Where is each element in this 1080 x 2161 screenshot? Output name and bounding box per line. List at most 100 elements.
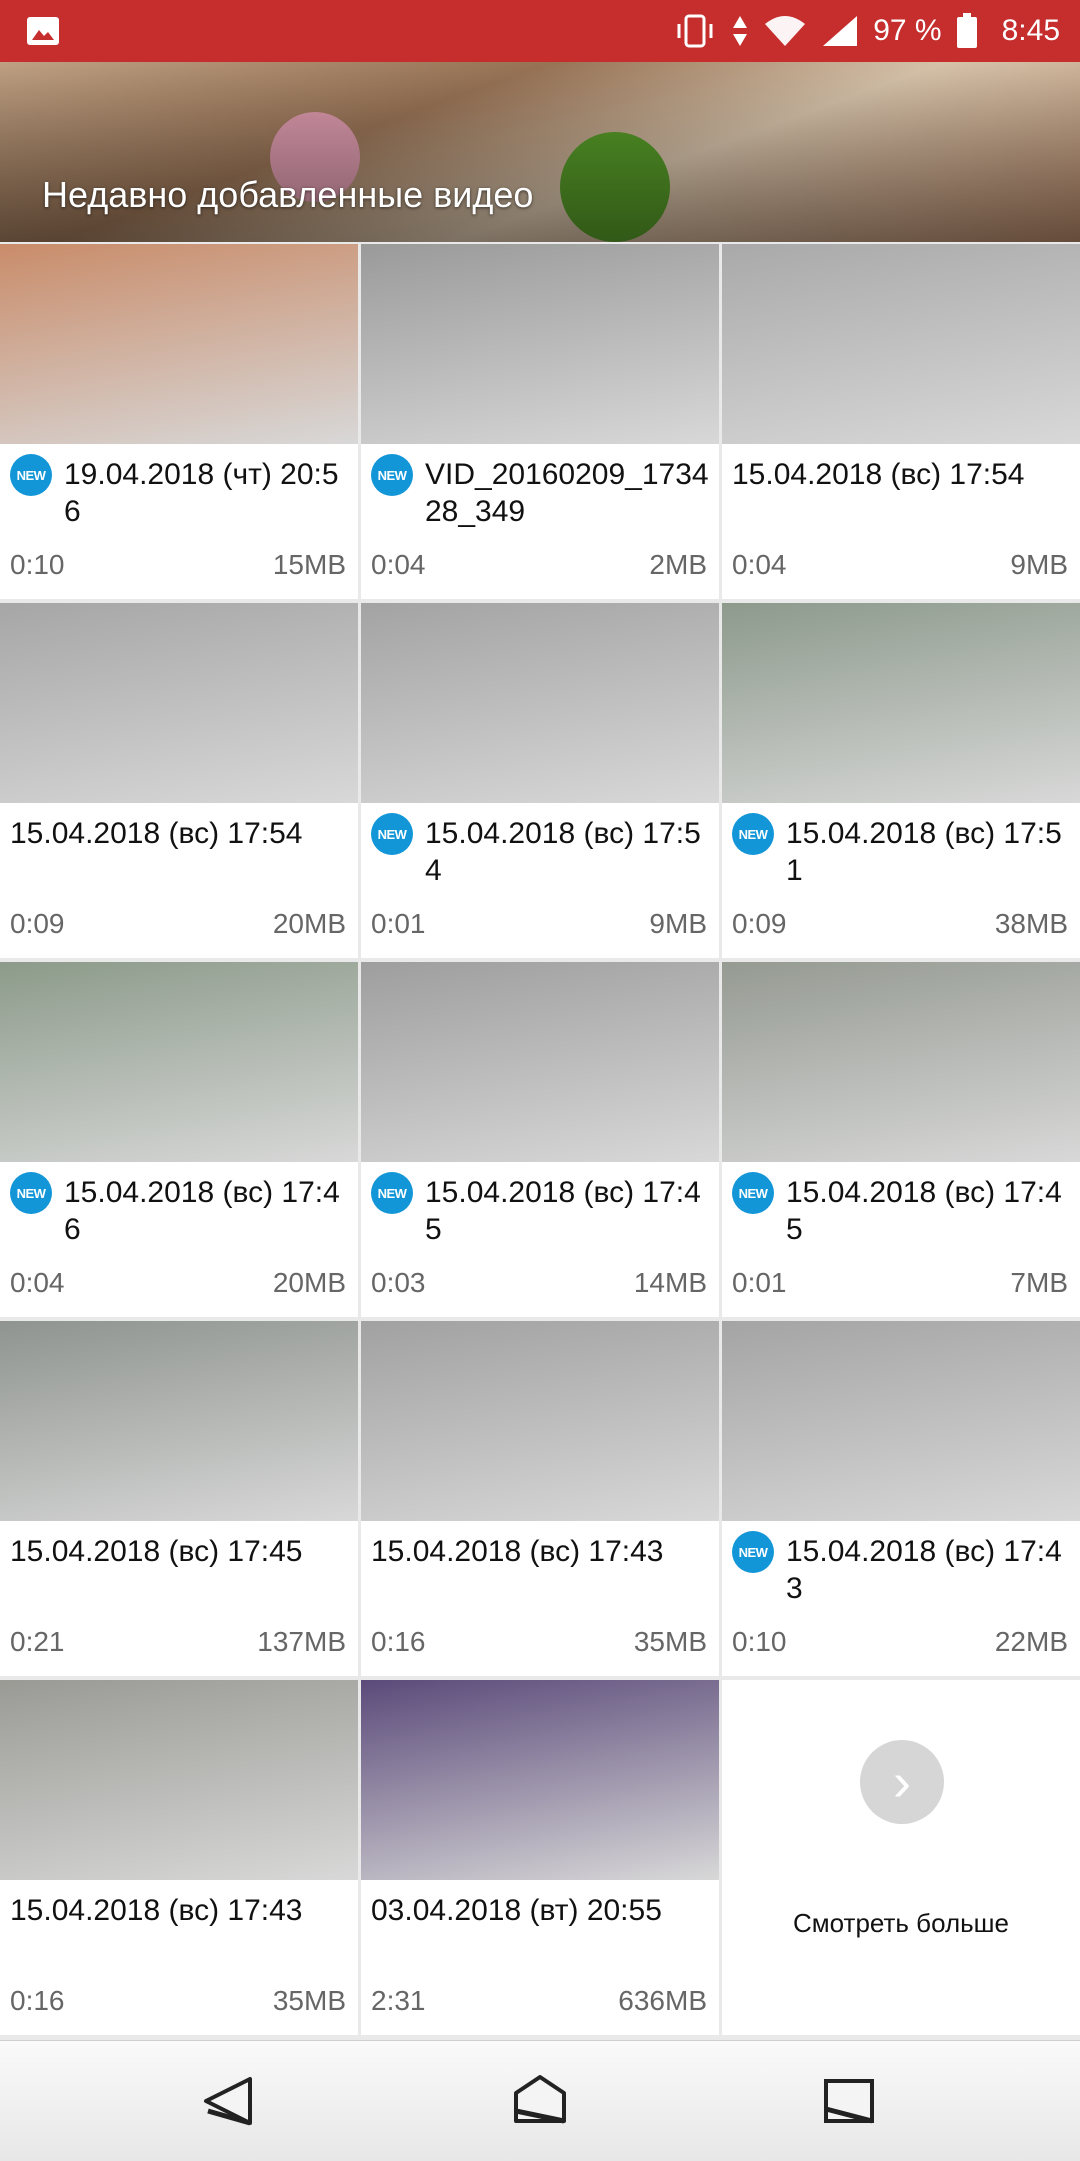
video-duration: 2:31 (371, 1985, 426, 2016)
video-duration: 0:09 (732, 908, 787, 939)
video-thumbnail[interactable] (722, 603, 1080, 803)
video-thumbnail[interactable] (361, 962, 719, 1162)
video-tile[interactable]: 03.04.2018 (вт) 20:55 2:31 636MB (361, 1680, 719, 2035)
video-thumbnail[interactable] (722, 1321, 1080, 1521)
video-tile[interactable]: 15.04.2018 (вс) 17:45 0:21 137MB (0, 1321, 358, 1676)
new-badge-icon: NEW (732, 1531, 774, 1573)
video-tile[interactable]: NEW 15.04.2018 (вс) 17:43 0:10 22MB (722, 1321, 1080, 1676)
video-tile[interactable]: NEW 15.04.2018 (вс) 17:46 0:04 20MB (0, 962, 358, 1317)
video-duration: 0:01 (732, 1267, 787, 1298)
new-badge-icon: NEW (732, 813, 774, 855)
video-title-row: NEW 15.04.2018 (вс) 17:46 (10, 1172, 350, 1248)
wifi-icon (765, 16, 806, 46)
video-title: 15.04.2018 (вс) 17:43 (371, 1535, 664, 1568)
video-file-size: 2MB (649, 549, 707, 580)
video-title: 15.04.2018 (вс) 17:54 (10, 817, 303, 850)
video-thumbnail[interactable] (361, 603, 719, 803)
new-badge-icon: NEW (732, 1172, 774, 1214)
recent-apps-icon[interactable] (818, 2071, 878, 2131)
video-thumbnail[interactable] (722, 244, 1080, 444)
video-duration: 0:21 (10, 1626, 65, 1657)
data-arrows-icon (733, 16, 748, 46)
video-title-row: 15.04.2018 (вс) 17:54 (732, 456, 1072, 493)
video-file-size: 22MB (994, 1626, 1068, 1657)
video-title-row: NEW 15.04.2018 (вс) 17:43 (732, 1531, 1072, 1607)
back-icon[interactable] (200, 2071, 260, 2131)
video-title-row: 15.04.2018 (вс) 17:43 (10, 1892, 350, 1929)
video-duration: 0:04 (10, 1267, 65, 1298)
video-file-size: 137MB (257, 1626, 346, 1657)
recent-videos-header[interactable]: Недавно добавленные видео (0, 62, 1080, 242)
video-tile[interactable]: 15.04.2018 (вс) 17:54 0:04 9MB (722, 244, 1080, 599)
video-title-row: NEW 19.04.2018 (чт) 20:56 (10, 454, 350, 530)
new-badge-icon: NEW (10, 1172, 52, 1214)
video-thumbnail[interactable] (0, 603, 358, 803)
battery-percent: 97 % (873, 14, 942, 47)
video-title-row: NEW 15.04.2018 (вс) 17:51 (732, 813, 1072, 889)
video-file-size: 15MB (272, 549, 346, 580)
video-title: 19.04.2018 (чт) 20:56 (64, 458, 339, 528)
video-tile[interactable]: NEW 15.04.2018 (вс) 17:54 0:01 9MB (361, 603, 719, 958)
video-tile[interactable]: NEW VID_20160209_173428_349 0:04 2MB (361, 244, 719, 599)
video-file-size: 35MB (633, 1626, 707, 1657)
page-title: Недавно добавленные видео (42, 174, 534, 215)
new-badge-icon: NEW (10, 454, 52, 496)
video-title: 15.04.2018 (вс) 17:45 (786, 1176, 1062, 1246)
video-tile[interactable]: NEW 19.04.2018 (чт) 20:56 0:10 15MB (0, 244, 358, 599)
video-file-size: 14MB (633, 1267, 707, 1298)
video-file-size: 35MB (272, 1985, 346, 2016)
status-bar: 97 % 8:45 (0, 0, 1080, 62)
video-title: 15.04.2018 (вс) 17:46 (64, 1176, 340, 1246)
new-badge-icon: NEW (371, 454, 413, 496)
video-file-size: 9MB (649, 908, 707, 939)
video-duration: 0:09 (10, 908, 65, 939)
video-title: 15.04.2018 (вс) 17:45 (425, 1176, 701, 1246)
video-duration: 0:03 (371, 1267, 426, 1298)
video-duration: 0:16 (10, 1985, 65, 2016)
video-title-row: 15.04.2018 (вс) 17:45 (10, 1533, 350, 1570)
video-file-size: 20MB (272, 908, 346, 939)
signal-icon (823, 16, 858, 46)
video-thumbnail[interactable] (0, 962, 358, 1162)
video-title: 03.04.2018 (вт) 20:55 (371, 1894, 662, 1927)
video-thumbnail[interactable] (361, 1680, 719, 1880)
video-title: 15.04.2018 (вс) 17:45 (10, 1535, 303, 1568)
video-tile[interactable]: 15.04.2018 (вс) 17:43 0:16 35MB (361, 1321, 719, 1676)
video-title-row: NEW 15.04.2018 (вс) 17:45 (732, 1172, 1072, 1248)
video-duration: 0:04 (371, 549, 426, 580)
video-tile[interactable]: 15.04.2018 (вс) 17:54 0:09 20MB (0, 603, 358, 958)
home-icon[interactable] (510, 2071, 570, 2131)
chevron-right-icon[interactable]: › (860, 1740, 944, 1824)
vibrate-icon (677, 14, 713, 48)
video-thumbnail[interactable] (0, 244, 358, 444)
video-tile[interactable]: NEW 15.04.2018 (вс) 17:51 0:09 38MB (722, 603, 1080, 958)
new-badge-icon: NEW (371, 813, 413, 855)
video-title: 15.04.2018 (вс) 17:43 (786, 1535, 1062, 1605)
video-file-size: 636MB (618, 1985, 707, 2016)
video-title-row: NEW 15.04.2018 (вс) 17:54 (371, 813, 711, 889)
gallery-icon (27, 17, 59, 45)
video-file-size: 38MB (994, 908, 1068, 939)
video-thumbnail[interactable] (0, 1321, 358, 1521)
video-title-row: 15.04.2018 (вс) 17:43 (371, 1533, 711, 1570)
video-thumbnail[interactable] (0, 1680, 358, 1880)
clock: 8:45 (1001, 14, 1060, 47)
video-thumbnail[interactable] (361, 1321, 719, 1521)
new-badge-icon: NEW (371, 1172, 413, 1214)
video-duration: 0:16 (371, 1626, 426, 1657)
video-thumbnail[interactable] (361, 244, 719, 444)
video-tile[interactable]: NEW 15.04.2018 (вс) 17:45 0:03 14MB (361, 962, 719, 1317)
video-tile[interactable]: NEW 15.04.2018 (вс) 17:45 0:01 7MB (722, 962, 1080, 1317)
video-title: 15.04.2018 (вс) 17:54 (732, 458, 1025, 491)
video-duration: 0:10 (732, 1626, 787, 1657)
video-duration: 0:01 (371, 908, 426, 939)
video-tile[interactable]: 15.04.2018 (вс) 17:43 0:16 35MB (0, 1680, 358, 2035)
video-title: 15.04.2018 (вс) 17:54 (425, 817, 701, 887)
video-thumbnail[interactable] (722, 962, 1080, 1162)
see-more-button[interactable]: › Смотреть больше (722, 1680, 1080, 2035)
navigation-bar (0, 2040, 1080, 2161)
video-title-row: 15.04.2018 (вс) 17:54 (10, 815, 350, 852)
video-title: 15.04.2018 (вс) 17:51 (786, 817, 1062, 887)
video-title: VID_20160209_173428_349 (425, 458, 709, 528)
video-title-row: 03.04.2018 (вт) 20:55 (371, 1892, 711, 1929)
